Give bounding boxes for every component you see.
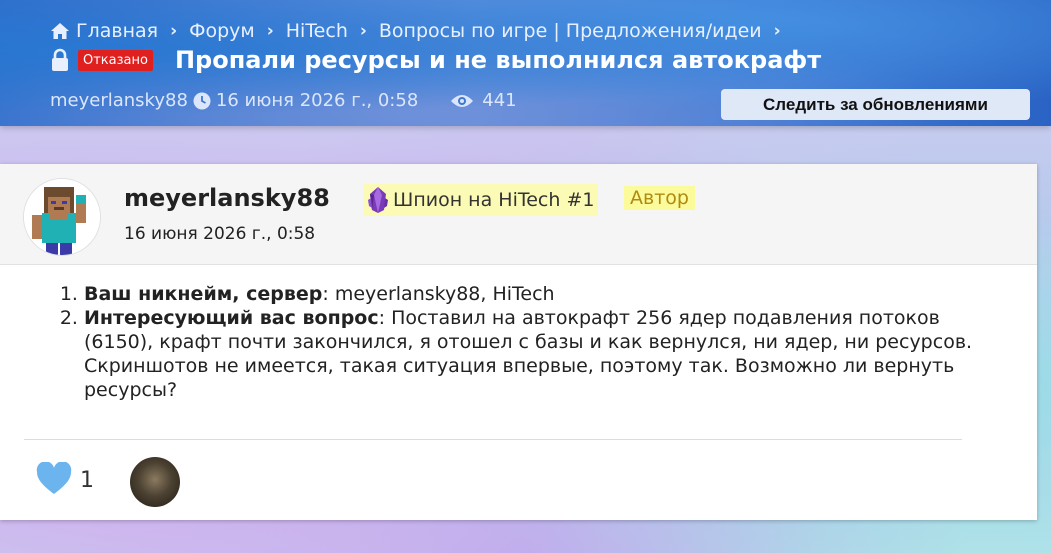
gem-icon <box>368 187 388 213</box>
rank-badge: Шпион на HiTech #1 <box>364 184 599 216</box>
chevron-right-icon: › <box>773 21 781 41</box>
thread-date-link[interactable]: 16 июня 2026 г., 0:58 <box>216 90 418 111</box>
title-row: Отказано Пропали ресурсы и не выполнился… <box>50 46 821 74</box>
chevron-right-icon: › <box>266 21 274 41</box>
breadcrumb-section[interactable]: Вопросы по игре | Предложения/идеи <box>379 20 762 42</box>
post-content: Ваш никнейм, сервер: meyerlansky88, HiTe… <box>60 282 990 402</box>
thread-meta: meyerlansky88 16 июня 2026 г., 0:58 441 <box>50 90 517 111</box>
follow-button[interactable]: Следить за обновлениями <box>721 89 1030 120</box>
heart-icon[interactable] <box>36 462 72 496</box>
author-badge: Автор <box>624 186 695 210</box>
item-label: Интересующий вас вопрос <box>84 307 379 329</box>
breadcrumb-hitech[interactable]: HiTech <box>286 20 348 42</box>
home-icon <box>51 23 69 39</box>
liker-avatar[interactable] <box>130 457 180 507</box>
divider <box>24 439 962 440</box>
list-item: Интересующий вас вопрос: Поставил на авт… <box>84 306 990 402</box>
item-text: : meyerlansky88, HiTech <box>322 283 555 305</box>
rank-label: Шпион на HiTech #1 <box>393 189 595 211</box>
post-username[interactable]: meyerlansky88 <box>124 184 330 212</box>
item-label: Ваш никнейм, сервер <box>84 283 323 305</box>
lock-icon <box>52 48 68 71</box>
chevron-right-icon: › <box>359 21 367 41</box>
status-badge: Отказано <box>78 49 153 71</box>
clock-icon <box>193 92 211 109</box>
thread-header: Главная › Форум › HiTech › Вопросы по иг… <box>0 0 1051 126</box>
minecraft-avatar-icon <box>24 179 100 255</box>
chevron-right-icon: › <box>170 21 178 41</box>
view-count: 441 <box>482 90 517 111</box>
breadcrumb-label: Главная <box>76 20 159 42</box>
breadcrumb-forum[interactable]: Форум <box>189 20 255 42</box>
post-date[interactable]: 16 июня 2026 г., 0:58 <box>124 224 315 244</box>
page-title: Пропали ресурсы и не выполнился автокраф… <box>174 46 822 74</box>
breadcrumb-home[interactable]: Главная <box>50 20 158 42</box>
post-list: Ваш никнейм, сервер: meyerlansky88, HiTe… <box>60 282 990 402</box>
post-header: meyerlansky88 16 июня 2026 г., 0:58 Шпио… <box>0 164 1037 265</box>
avatar[interactable] <box>24 179 100 255</box>
like-count: 1 <box>80 468 94 493</box>
post-card: meyerlansky88 16 июня 2026 г., 0:58 Шпио… <box>0 164 1037 520</box>
eye-icon <box>451 94 474 107</box>
thread-author-link[interactable]: meyerlansky88 <box>50 90 188 111</box>
breadcrumb: Главная › Форум › HiTech › Вопросы по иг… <box>50 20 793 42</box>
list-item: Ваш никнейм, сервер: meyerlansky88, HiTe… <box>84 282 990 306</box>
